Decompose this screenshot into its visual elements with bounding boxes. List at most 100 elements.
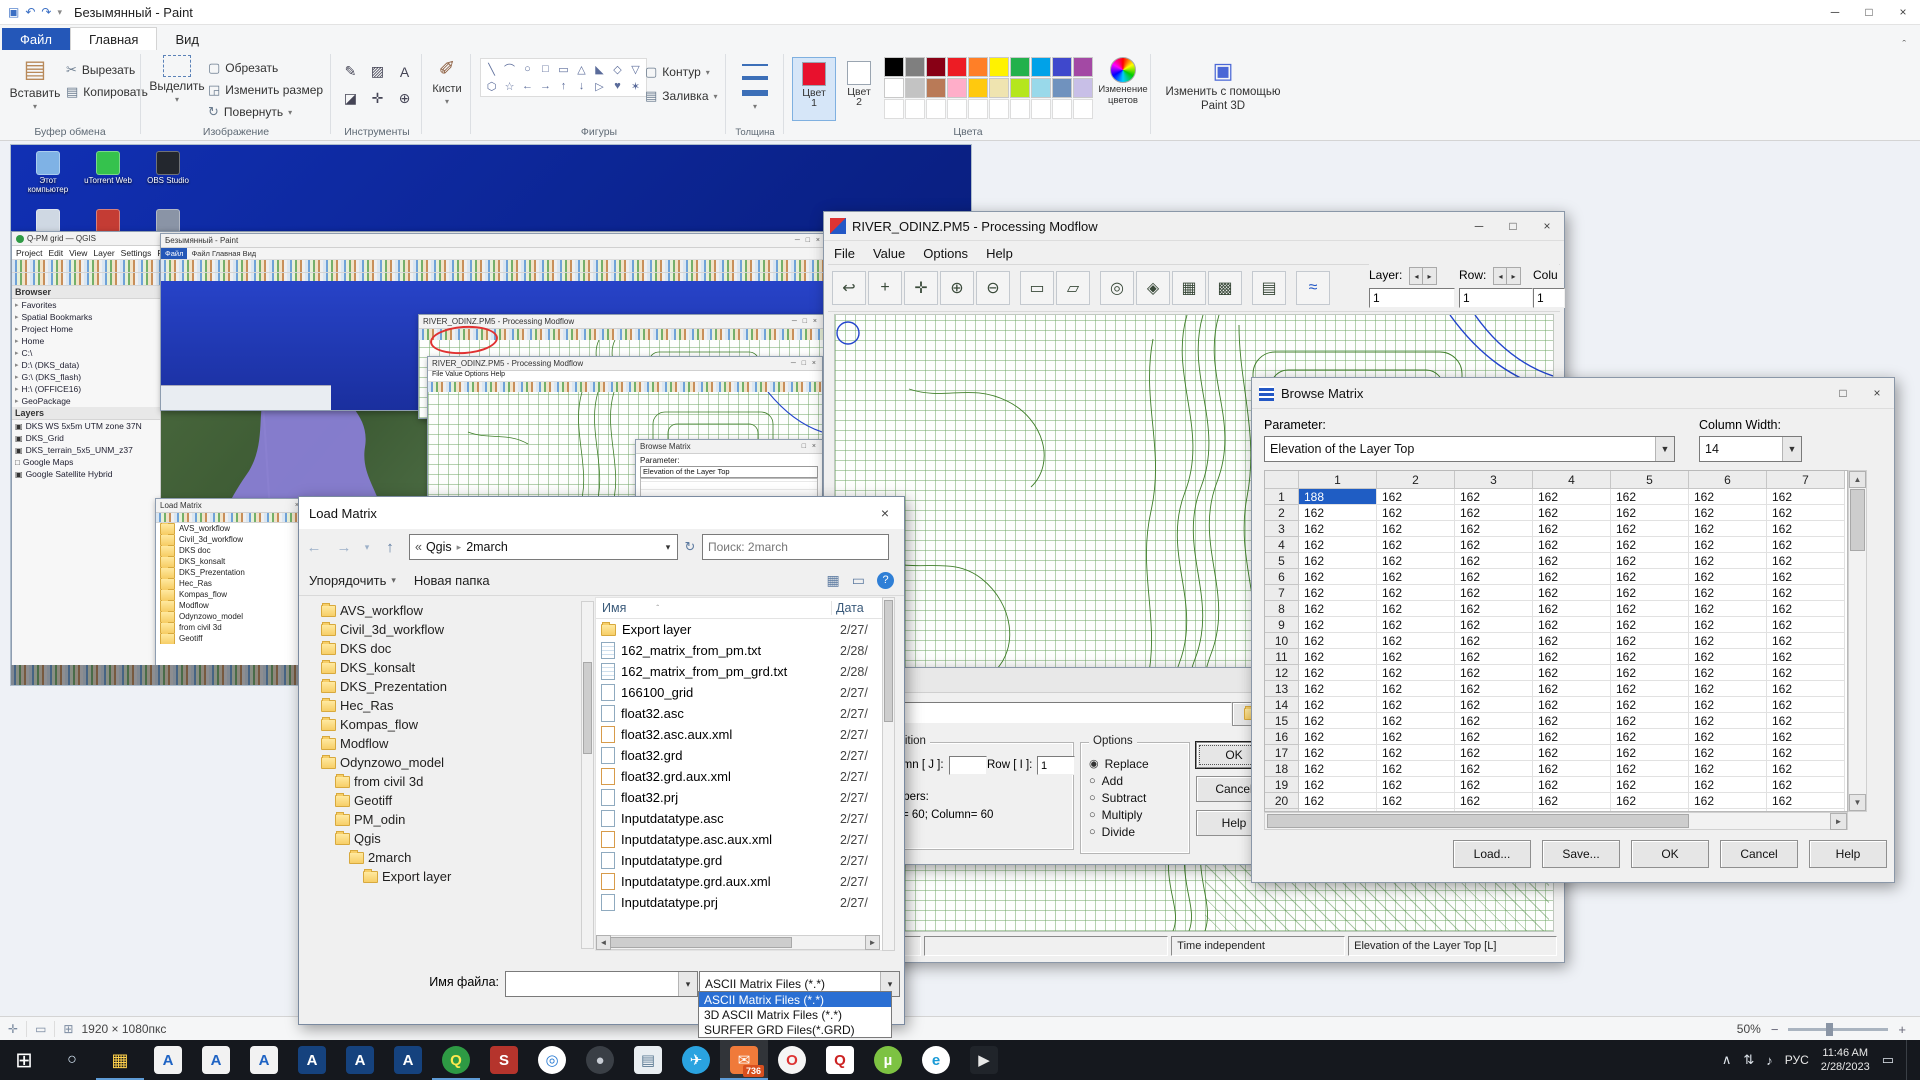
- address-dropdown-icon[interactable]: ▾: [659, 535, 677, 559]
- shape-icon[interactable]: △: [573, 61, 590, 77]
- bm-cell[interactable]: 162: [1689, 697, 1767, 713]
- add-icon[interactable]: +: [868, 271, 902, 305]
- qgis-menu-View[interactable]: View: [69, 248, 87, 258]
- bm-cell[interactable]: 162: [1299, 521, 1377, 537]
- bm-col-header[interactable]: 2: [1377, 471, 1455, 489]
- shape-icon[interactable]: ↑: [555, 78, 572, 94]
- palette-swatch[interactable]: [1073, 57, 1093, 77]
- bm-cell[interactable]: 162: [1455, 729, 1533, 745]
- bm-cell[interactable]: 162: [1455, 633, 1533, 649]
- bm-cell[interactable]: 162: [1299, 681, 1377, 697]
- cells-icon[interactable]: ▤: [1252, 271, 1286, 305]
- matrix-hscrollbar[interactable]: ►: [1264, 812, 1848, 830]
- nested-modflow2-titlebar[interactable]: RIVER_ODINZ.PM5 - Processing Modflow─ □ …: [428, 357, 822, 371]
- water-icon[interactable]: ≈: [1296, 271, 1330, 305]
- bm-button-OK[interactable]: OK: [1631, 840, 1709, 868]
- bm-cell[interactable]: 162: [1455, 793, 1533, 809]
- q-red-icon[interactable]: Q: [816, 1040, 864, 1080]
- tree-scrollbar[interactable]: [581, 601, 594, 949]
- bm-cell[interactable]: 162: [1611, 505, 1689, 521]
- bm-row-header[interactable]: 3: [1265, 521, 1299, 537]
- tree-folder-item[interactable]: DKS_Prezentation: [307, 677, 579, 696]
- address-bar[interactable]: « Qgis ▸ 2march ▾: [409, 534, 678, 560]
- date-column-header[interactable]: Дата: [831, 601, 882, 615]
- bm-cell[interactable]: 162: [1689, 521, 1767, 537]
- tree-folder-item[interactable]: Hec_Ras: [307, 696, 579, 715]
- qgis-browser-item[interactable]: ▸G:\ (DKS_flash): [12, 371, 160, 383]
- shape-icon[interactable]: ▽: [627, 61, 644, 77]
- qgis-layer-item[interactable]: ▣DKS_Grid: [12, 432, 160, 444]
- bm-cell[interactable]: 162: [1767, 553, 1845, 569]
- bm-cell[interactable]: 162: [1299, 713, 1377, 729]
- tree-folder-item[interactable]: Export layer: [307, 867, 579, 886]
- row-input[interactable]: [1459, 288, 1533, 308]
- file-list-item[interactable]: 166100_grid2/27/: [596, 682, 882, 703]
- nested-browse-titlebar[interactable]: Browse Matrix□ ×: [636, 440, 822, 454]
- palette-swatch[interactable]: [926, 57, 946, 77]
- tree-folder-item[interactable]: Odynzowo_model: [307, 753, 579, 772]
- filetype-option[interactable]: 3D ASCII Matrix Files (*.*): [699, 1007, 891, 1022]
- app-a-white-3-icon[interactable]: A: [240, 1040, 288, 1080]
- radio-Add[interactable]: ○Add: [1089, 772, 1149, 789]
- bm-cell[interactable]: 162: [1455, 745, 1533, 761]
- modflow-close-button[interactable]: ×: [1530, 215, 1564, 237]
- target-icon[interactable]: ◎: [1100, 271, 1134, 305]
- tab-Главная[interactable]: Главная: [70, 27, 157, 51]
- mini-folder-item[interactable]: Hec_Ras: [156, 578, 305, 589]
- palette-swatch-empty[interactable]: [926, 99, 946, 119]
- qgis-icon[interactable]: Q: [432, 1040, 480, 1080]
- bm-cell[interactable]: 162: [1767, 537, 1845, 553]
- shape-icon[interactable]: ▷: [591, 78, 608, 94]
- bm-row-header[interactable]: 20: [1265, 793, 1299, 809]
- palette-swatch[interactable]: [884, 78, 904, 98]
- file-list-item[interactable]: float32.grd2/27/: [596, 745, 882, 766]
- bm-row-header[interactable]: 15: [1265, 713, 1299, 729]
- tab-Файл[interactable]: Файл: [2, 28, 70, 51]
- bm-cell[interactable]: 162: [1767, 761, 1845, 777]
- palette-swatch[interactable]: [905, 78, 925, 98]
- file-list-item[interactable]: Inputdatatype.asc.aux.xml2/27/: [596, 829, 882, 850]
- zoom-in-button[interactable]: +: [1898, 1022, 1906, 1037]
- diamond-grid-icon[interactable]: ◈: [1136, 271, 1170, 305]
- resize-button[interactable]: ◲Изменить размер: [208, 82, 323, 98]
- bm-cell[interactable]: 162: [1689, 793, 1767, 809]
- bm-cell[interactable]: 162: [1377, 489, 1455, 505]
- bm-row-header[interactable]: 9: [1265, 617, 1299, 633]
- telegram-icon[interactable]: ✈: [672, 1040, 720, 1080]
- tree-folder-item[interactable]: Civil_3d_workflow: [307, 620, 579, 639]
- shape-icon[interactable]: ⬡: [483, 78, 500, 94]
- modflow-maximize-button[interactable]: □: [1496, 215, 1530, 237]
- bm-cell[interactable]: 162: [1299, 697, 1377, 713]
- close-button[interactable]: ×: [1886, 1, 1920, 23]
- bm-cell[interactable]: 162: [1611, 681, 1689, 697]
- language-indicator[interactable]: РУС: [1785, 1053, 1809, 1067]
- pencil-icon[interactable]: ✎: [337, 58, 364, 85]
- bm-cell[interactable]: 162: [1299, 617, 1377, 633]
- load-matrix-close-button[interactable]: ×: [866, 499, 904, 527]
- radio-Replace[interactable]: ◉Replace: [1089, 755, 1149, 772]
- bm-cell[interactable]: 162: [1377, 553, 1455, 569]
- tab-Вид[interactable]: Вид: [157, 28, 217, 51]
- shape-icon[interactable]: ↓: [573, 78, 590, 94]
- bm-row-header[interactable]: 5: [1265, 553, 1299, 569]
- desktop-icon[interactable]: OBS Studio: [139, 151, 197, 207]
- palette-swatch-empty[interactable]: [968, 99, 988, 119]
- nested-paint-tabs[interactable]: Файл Главная Вид: [191, 249, 256, 258]
- breadcrumb-collapse-icon[interactable]: «: [415, 540, 422, 554]
- help-icon[interactable]: ?: [877, 572, 894, 589]
- palette-swatch[interactable]: [1052, 57, 1072, 77]
- layer-input[interactable]: [1369, 288, 1455, 308]
- bm-cell[interactable]: 162: [1299, 633, 1377, 649]
- bm-cell[interactable]: 162: [1611, 601, 1689, 617]
- zoom-slider[interactable]: [1788, 1028, 1888, 1031]
- layer-spin-right[interactable]: ▸: [1422, 267, 1437, 285]
- palette-swatch-empty[interactable]: [989, 99, 1009, 119]
- file-list-item[interactable]: float32.prj2/27/: [596, 787, 882, 808]
- files-scroll-right[interactable]: ►: [865, 935, 880, 950]
- shape-icon[interactable]: ←: [519, 78, 536, 94]
- app-a-blue-1-icon[interactable]: А: [288, 1040, 336, 1080]
- bm-cell[interactable]: 162: [1377, 745, 1455, 761]
- palette-swatch-empty[interactable]: [1052, 99, 1072, 119]
- bm-cell[interactable]: 162: [1455, 617, 1533, 633]
- bm-cell[interactable]: 162: [1611, 745, 1689, 761]
